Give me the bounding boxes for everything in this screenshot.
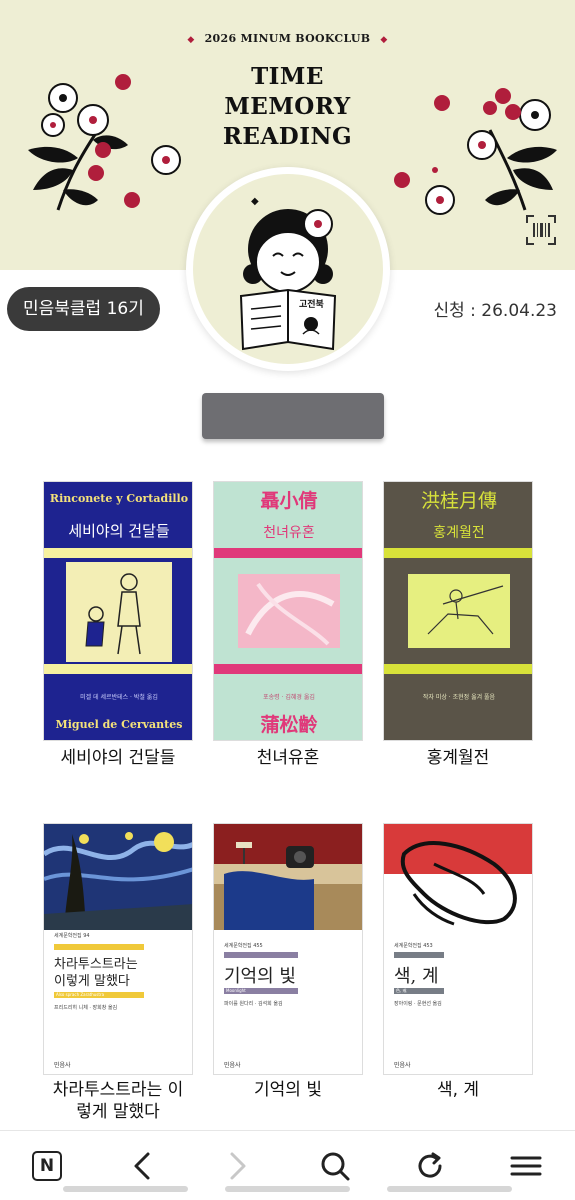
book-cover[interactable]: 세계문학전집 453 색, 계 色, 戒 장아이링 · 문현선 옮김 민음사 <box>383 823 533 1075</box>
cover-painting <box>384 824 532 930</box>
club-badge: 민음북클럽 16기 <box>7 287 160 331</box>
back-icon[interactable] <box>122 1146 162 1186</box>
forward-icon[interactable] <box>218 1146 258 1186</box>
naver-home-icon[interactable]: N <box>27 1146 67 1186</box>
club-year-line: ◆ 2026 MINUM BOOKCLUB ◆ <box>187 32 388 45</box>
search-icon[interactable] <box>315 1146 355 1186</box>
book-title[interactable]: 세비야의 건달들 <box>33 747 203 769</box>
profile-avatar: ◆ ◆ 고전북 <box>186 167 390 371</box>
book-cover[interactable]: 聶小倩 천녀유혼 포송령 · 김혜경 옮김 蒲松齡 <box>213 481 363 741</box>
refresh-icon[interactable] <box>410 1146 450 1186</box>
cover-painting <box>44 824 192 930</box>
book-title[interactable]: 색, 계 <box>373 1079 543 1101</box>
cover-illustration <box>408 574 510 648</box>
apply-date: 신청 : 26.04.23 <box>433 301 557 321</box>
flower-illustration-left <box>28 74 181 211</box>
book-title[interactable]: 홍계월전 <box>373 747 543 769</box>
gesture-bar <box>63 1186 188 1192</box>
book-title[interactable]: 천녀유혼 <box>203 747 373 769</box>
cover-painting <box>214 824 362 930</box>
gesture-bar <box>225 1186 350 1192</box>
svg-text:◆: ◆ <box>251 196 259 207</box>
book-cover[interactable]: 세계문학전집 455 기억의 빛 Moonlight 파이를 원다리 · 김석희… <box>213 823 363 1075</box>
flower-illustration-right <box>394 88 557 215</box>
cover-title: 차라투스트라는 이렇게 말했다 <box>54 957 138 989</box>
book-title[interactable]: 기억의 빛 <box>203 1079 373 1101</box>
cover-illustration <box>85 573 141 655</box>
book-cover[interactable]: Rinconete y Cortadillo 세비야의 건달들 미겔 데 세르반… <box>43 481 193 741</box>
book-cover[interactable]: 洪桂月傳 홍계월전 작자 미상 · 조현정 옮겨 풀음 <box>383 481 533 741</box>
book-cover[interactable]: 세계문학전집 94 차라투스트라는 이렇게 말했다 Also sprach Za… <box>43 823 193 1075</box>
book-title[interactable]: 차라투스트라는 이 렇게 말했다 <box>33 1079 203 1123</box>
cover-illustration <box>238 574 340 648</box>
barcode-icon[interactable] <box>525 214 557 246</box>
action-button[interactable] <box>202 393 384 439</box>
gesture-bar <box>387 1186 512 1192</box>
avatar-book-label: 고전북 <box>299 298 324 310</box>
menu-icon[interactable] <box>506 1146 546 1186</box>
reading-girl-illustration: ◆ ◆ 고전북 <box>239 196 337 351</box>
